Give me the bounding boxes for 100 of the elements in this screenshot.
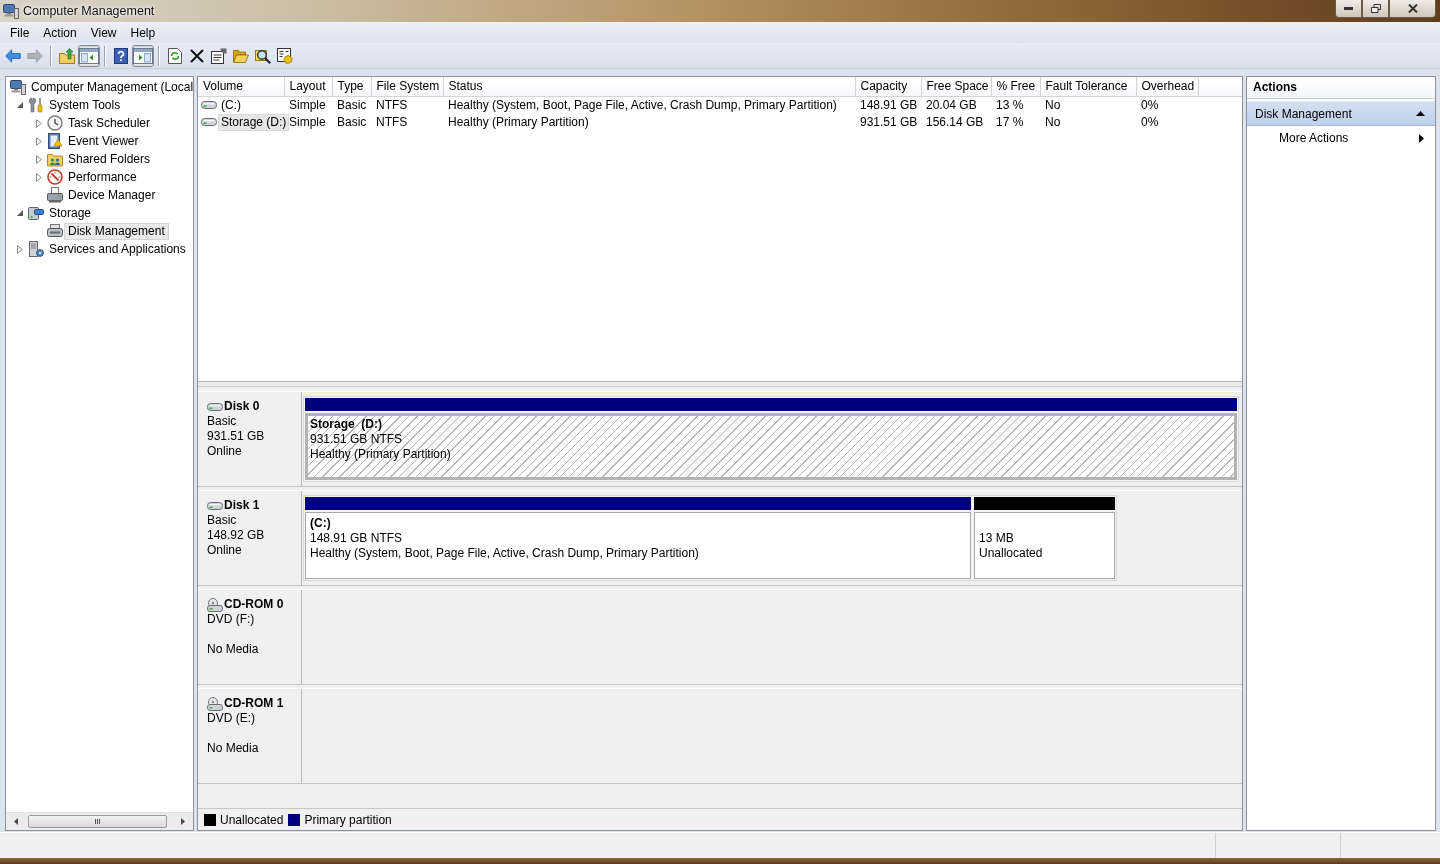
search-icon [255, 47, 271, 64]
action-item[interactable]: More Actions [1247, 126, 1435, 150]
scroll-left-icon[interactable] [14, 818, 18, 825]
hard-drive-icon [201, 117, 217, 127]
expander-triangle-icon[interactable] [36, 172, 42, 182]
disk-type: DVD (F:) [207, 612, 255, 627]
column-header[interactable]: % Free [991, 77, 1040, 96]
menu-item[interactable]: File [3, 23, 37, 42]
partition-status: Healthy (System, Boot, Page File, Active, Crash Dump, Primary Partition) [310, 546, 699, 561]
legend-label: Unallocated [220, 812, 284, 827]
table-cell: Healthy (System, Boot, Page File, Active, Crash Dump, Primary Partition) [443, 96, 855, 114]
expander-triangle-icon[interactable] [36, 136, 42, 146]
table-cell: 13 % [991, 96, 1040, 114]
menu-item[interactable]: View [83, 23, 124, 42]
delete-icon [190, 48, 204, 63]
disk-size: 931.51 GB [207, 429, 265, 444]
scrollbar-thumb[interactable] [28, 815, 167, 828]
expander-triangle-icon[interactable] [36, 154, 42, 164]
expander-triangle-icon[interactable] [36, 118, 42, 128]
disk-type: Basic [207, 414, 237, 429]
cd-drive-icon [207, 696, 223, 711]
column-header[interactable]: Capacity [855, 77, 921, 96]
minimize-button[interactable] [1335, 0, 1362, 18]
help-icon [114, 47, 128, 64]
partition-size: 148.91 GB NTFS [310, 531, 403, 546]
restore-icon [1370, 4, 1381, 13]
gauge-icon [47, 169, 63, 185]
expander-triangle-icon[interactable] [17, 210, 23, 216]
tree-item[interactable]: Disk Management [64, 222, 169, 240]
scroll-right-icon[interactable] [181, 818, 185, 825]
forward-arrow-icon [27, 48, 43, 63]
tree-item[interactable]: System Tools [45, 96, 125, 114]
partition-status: Healthy (Primary Partition) [310, 447, 451, 462]
disk-name: CD-ROM 1 [224, 696, 284, 711]
table-cell: NTFS [371, 96, 443, 114]
horizontal-scrollbar[interactable] [6, 812, 193, 830]
partition-size: 931.51 GB NTFS [310, 432, 403, 447]
drive-name[interactable]: (C:) [218, 96, 244, 114]
table-cell-text: Basic [336, 114, 368, 131]
table-cell-text: 17 % [995, 114, 1025, 131]
computer-icon [10, 79, 26, 95]
up-triangle-icon[interactable] [1416, 111, 1425, 116]
drive-name[interactable]: Storage (D:) [218, 113, 290, 131]
table-cell: 0% [1136, 96, 1198, 114]
disk-size: 148.92 GB [207, 528, 265, 543]
tree-item[interactable]: Services and Applications [45, 240, 190, 258]
clock-icon [47, 115, 63, 131]
tree-item[interactable]: Task Scheduler [64, 114, 155, 132]
tools-icon [28, 97, 44, 113]
partition-block[interactable]: (C:) 148.91 GB NTFS Healthy (System, Boot, Page File, Active, Crash Dump, Primary Partition) [305, 512, 971, 579]
cd-drive-icon [207, 597, 223, 612]
table-cell-text: No [1044, 114, 1062, 131]
action-section[interactable]: Disk Management [1247, 101, 1435, 126]
disk-status: Online [207, 543, 242, 558]
partition-size: 13 MB [979, 531, 1014, 546]
table-cell: No [1040, 96, 1136, 114]
menu-item[interactable]: Help [123, 23, 163, 42]
printer-icon [47, 187, 63, 203]
minimize-icon [1344, 7, 1353, 10]
left-pane-icon [79, 47, 99, 64]
close-button[interactable] [1389, 0, 1436, 18]
restore-button[interactable] [1362, 0, 1389, 18]
hard-drive-icon [207, 500, 223, 511]
table-cell: Basic [332, 96, 371, 114]
partition-block[interactable]: 13 MB Unallocated [974, 512, 1115, 579]
open-folder-icon [233, 48, 249, 63]
column-header[interactable]: File System [371, 77, 443, 96]
column-header[interactable]: Layout [284, 77, 332, 96]
storage-icon [28, 205, 44, 221]
tree-item[interactable]: Event Viewer [64, 132, 143, 150]
column-header[interactable]: Volume [198, 77, 284, 96]
tree-item[interactable]: Performance [64, 168, 141, 186]
table-cell-text: 156.14 GB [925, 114, 985, 131]
folder-up-icon [59, 47, 75, 64]
disk-name: CD-ROM 0 [224, 597, 284, 612]
book-icon [47, 133, 63, 149]
tree-item[interactable]: Device Manager [64, 186, 160, 204]
hard-drive-icon [201, 100, 217, 110]
partition-block[interactable]: Storage (D:) 931.51 GB NTFS Healthy (Primary Partition) [305, 413, 1237, 480]
column-header[interactable]: Status [443, 77, 855, 96]
settings-icon [277, 47, 293, 64]
tree-item[interactable]: Computer Management (Local [27, 78, 193, 96]
shared-folder-icon [47, 151, 63, 167]
table-cell: 148.91 GB [855, 96, 921, 114]
window-title: Computer Management [23, 4, 155, 18]
column-header[interactable]: Overhead [1136, 77, 1198, 96]
column-header[interactable]: Free Space [921, 77, 991, 96]
right-pane-icon [133, 47, 153, 64]
partition-name: Storage (D:) [310, 417, 382, 432]
menu-item[interactable]: Action [36, 23, 84, 42]
column-header[interactable]: Fault Tolerance [1040, 77, 1136, 96]
disk-status: Online [207, 444, 242, 459]
table-cell: 20.04 GB [921, 96, 991, 114]
expander-triangle-icon[interactable] [17, 102, 23, 108]
tree-item[interactable]: Storage [45, 204, 96, 222]
column-header[interactable]: Type [332, 77, 371, 96]
disk-type: DVD (E:) [207, 711, 255, 726]
tree-item[interactable]: Shared Folders [64, 150, 155, 168]
legend-label: Primary partition [304, 812, 392, 827]
expander-triangle-icon[interactable] [17, 244, 23, 254]
